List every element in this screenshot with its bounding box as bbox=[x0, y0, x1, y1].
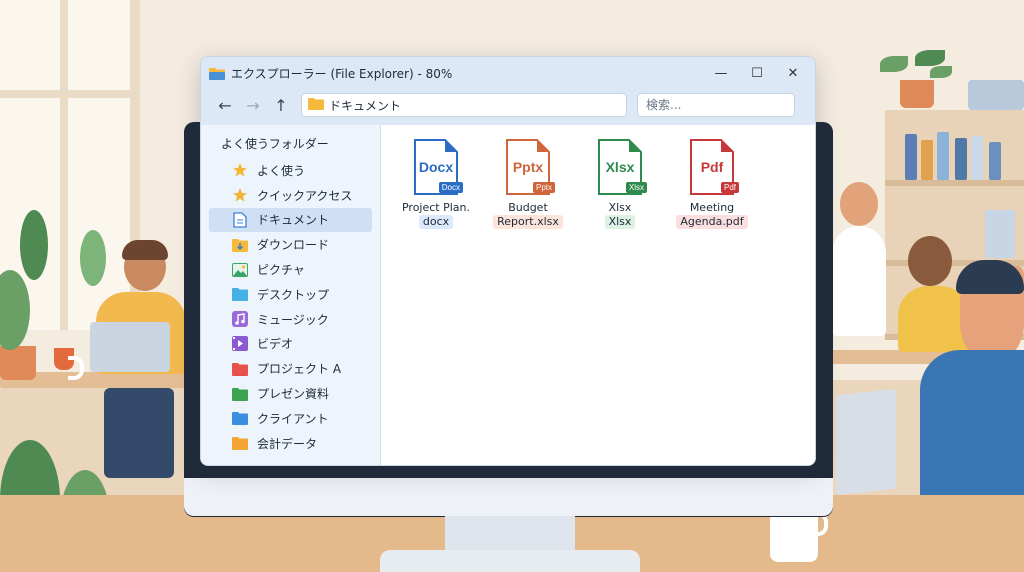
sidebar-item-label: ピクチャ bbox=[257, 263, 305, 278]
file-type-icon: Pptx Pptx bbox=[505, 139, 555, 195]
navigation-bar: ← → ↑ ドキュメント bbox=[201, 89, 815, 125]
file-name-extension: Agenda.pdf bbox=[676, 215, 748, 229]
favorites-heading: よく使うフォルダー bbox=[221, 137, 329, 151]
file-type-badge: Pdf bbox=[720, 182, 739, 193]
pictures-icon bbox=[231, 262, 249, 278]
file-explorer-window: エクスプローラー (File Explorer) - 80% — ☐ ✕ ← →… bbox=[200, 56, 816, 466]
forward-button[interactable]: → bbox=[239, 92, 267, 118]
file-type-label: Pdf bbox=[700, 159, 724, 175]
explorer-folder-icon bbox=[209, 67, 225, 80]
back-button[interactable]: ← bbox=[211, 92, 239, 118]
sidebar-item[interactable]: ダウンロード bbox=[209, 232, 372, 257]
file-type-badge: Docx bbox=[438, 182, 463, 193]
file-item[interactable]: Xlsx Xlsx Xlsx Xlsx bbox=[575, 139, 665, 229]
file-list-pane: Docx Docx Project Plan. docx Pptx Pptx B… bbox=[381, 125, 815, 465]
navigation-pane: よく使うフォルダー よく使うクイックアクセス ドキュメント ダウンロード ピクチャデス… bbox=[201, 125, 381, 465]
folder-icon bbox=[231, 361, 249, 377]
title-bar[interactable]: エクスプローラー (File Explorer) - 80% — ☐ ✕ bbox=[201, 57, 815, 89]
file-name-extension: Xlsx bbox=[604, 215, 636, 229]
folder-icon bbox=[231, 435, 249, 451]
file-type-badge: Xlsx bbox=[625, 182, 647, 193]
sidebar-item-label: プレゼン資料 bbox=[257, 387, 330, 402]
file-type-icon: Docx Docx bbox=[413, 139, 463, 195]
sidebar-item[interactable]: プレゼン資料 bbox=[209, 381, 372, 406]
folder-icon bbox=[231, 410, 249, 426]
file-name-extension: Report.xlsx bbox=[493, 215, 563, 229]
file-name-extension: docx bbox=[418, 215, 454, 229]
sidebar-item-label: ビデオ bbox=[257, 337, 294, 352]
sidebar-item-label: デスクトップ bbox=[257, 287, 330, 302]
sidebar-item[interactable]: デスクトップ bbox=[209, 282, 372, 307]
music-icon bbox=[231, 311, 249, 328]
search-input[interactable] bbox=[637, 93, 795, 117]
sidebar-item-label: プロジェクト A bbox=[257, 362, 342, 377]
window-title: エクスプローラー (File Explorer) - 80% bbox=[231, 66, 453, 81]
monitor-chin bbox=[184, 478, 833, 516]
file-type-icon: Xlsx Xlsx bbox=[597, 139, 647, 195]
document-icon bbox=[231, 212, 249, 228]
file-name: Project Plan. bbox=[401, 201, 471, 214]
file-type-icon: Pdf Pdf bbox=[689, 139, 739, 195]
sidebar-item[interactable]: ミュージック bbox=[209, 307, 372, 332]
sidebar-item[interactable]: 会計データ bbox=[209, 431, 372, 456]
sidebar-item[interactable]: プロジェクト A bbox=[209, 356, 372, 381]
monitor-base bbox=[380, 550, 640, 572]
sidebar-item-label: ダウンロード bbox=[257, 238, 330, 253]
plant-pot bbox=[900, 80, 934, 108]
sidebar-item-label: クライアント bbox=[257, 411, 329, 426]
file-item[interactable]: Pptx Pptx Budget Report.xlsx bbox=[483, 139, 573, 229]
sidebar-item[interactable]: クイックアクセス bbox=[209, 183, 372, 208]
up-button[interactable]: ↑ bbox=[267, 92, 295, 118]
star-icon bbox=[231, 187, 249, 203]
maximize-button[interactable]: ☐ bbox=[739, 57, 775, 89]
laptop bbox=[90, 322, 170, 372]
file-type-label: Xlsx bbox=[605, 159, 635, 175]
file-item[interactable]: Pdf Pdf Meeting Agenda.pdf bbox=[667, 139, 757, 229]
file-type-badge: Pptx bbox=[532, 182, 555, 193]
download-folder-icon bbox=[231, 237, 249, 253]
file-type-label: Docx bbox=[418, 159, 454, 175]
file-type-label: Pptx bbox=[512, 159, 544, 175]
folder-icon bbox=[308, 97, 324, 113]
star-icon bbox=[231, 162, 249, 178]
file-name: Meeting bbox=[689, 201, 735, 214]
close-button[interactable]: ✕ bbox=[775, 57, 811, 89]
sidebar-item-label: ミュージック bbox=[257, 312, 329, 327]
file-name: Xlsx bbox=[608, 201, 632, 214]
minimize-button[interactable]: — bbox=[703, 57, 739, 89]
sidebar-item-label: ドキュメント bbox=[257, 213, 330, 228]
sidebar-item[interactable]: ドキュメント bbox=[209, 207, 372, 233]
sidebar-item-label: よく使う bbox=[257, 163, 306, 178]
desktop-folder-icon bbox=[231, 286, 249, 302]
video-icon bbox=[231, 336, 249, 352]
address-bar[interactable]: ドキュメント bbox=[301, 93, 627, 117]
sidebar-item-label: クイックアクセス bbox=[257, 188, 353, 203]
sidebar-item[interactable]: よく使う bbox=[209, 158, 372, 183]
address-path: ドキュメント bbox=[329, 98, 402, 113]
sidebar-item[interactable]: ピクチャ bbox=[209, 257, 372, 282]
sidebar-item[interactable]: クライアント bbox=[209, 406, 372, 431]
sidebar-item[interactable]: ビデオ bbox=[209, 332, 372, 357]
sidebar-item-label: 会計データ bbox=[257, 436, 318, 451]
file-item[interactable]: Docx Docx Project Plan. docx bbox=[391, 139, 481, 229]
folder-icon bbox=[231, 386, 249, 402]
file-name: Budget bbox=[508, 201, 548, 214]
